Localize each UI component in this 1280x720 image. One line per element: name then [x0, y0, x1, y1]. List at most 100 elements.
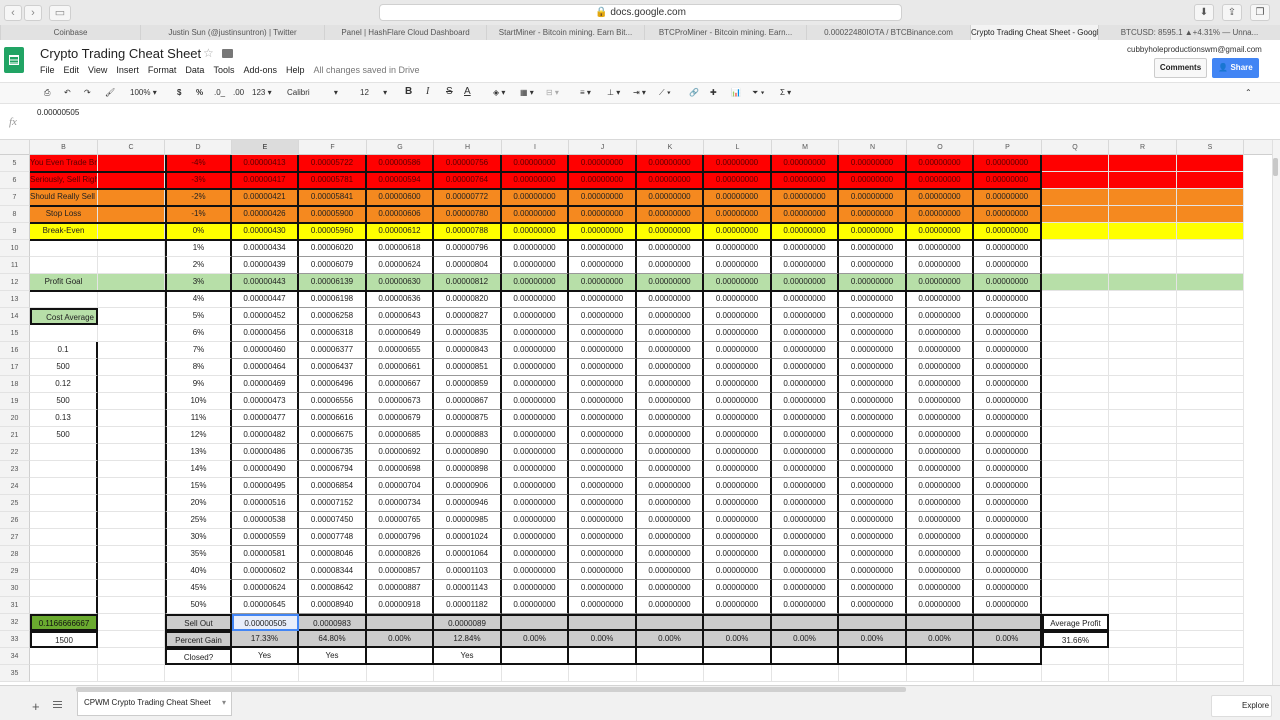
price-cell[interactable]: 0.00000000 [907, 597, 974, 614]
price-cell[interactable]: 0.00000000 [502, 172, 569, 189]
column-header-n[interactable]: N [839, 140, 907, 155]
row-label[interactable]: Should Really Sell Now [30, 189, 98, 206]
row-label[interactable] [30, 512, 98, 529]
empty-cell[interactable] [1109, 291, 1177, 308]
empty-cell[interactable] [1177, 189, 1244, 206]
empty-cell[interactable] [1109, 325, 1177, 342]
price-cell[interactable]: 0.00000000 [907, 529, 974, 546]
price-cell[interactable]: 0.00000000 [839, 308, 907, 325]
price-cell[interactable]: 0.00000000 [974, 257, 1042, 274]
price-cell[interactable]: 0.00000000 [569, 240, 637, 257]
row-header[interactable]: 14 [0, 308, 30, 325]
price-cell[interactable]: 0.00000000 [772, 308, 839, 325]
empty-cell[interactable] [974, 665, 1042, 682]
percent-gain-label[interactable]: Percent Gain [165, 631, 232, 648]
price-cell[interactable]: 0.00006437 [299, 359, 367, 376]
undo-icon[interactable]: ↶ [64, 88, 71, 97]
row-label[interactable] [30, 240, 98, 257]
empty-cell[interactable] [704, 665, 772, 682]
row-label[interactable]: Profit Goal [30, 274, 98, 291]
empty-cell[interactable] [1042, 155, 1109, 172]
price-cell[interactable]: 0.00007450 [299, 512, 367, 529]
price-cell[interactable]: 0.00000000 [502, 546, 569, 563]
empty-cell[interactable] [1042, 427, 1109, 444]
price-cell[interactable]: 0.00000000 [637, 206, 704, 223]
price-cell[interactable]: 0.00000667 [367, 376, 434, 393]
price-cell[interactable]: 0.00000000 [502, 257, 569, 274]
empty-cell[interactable] [1177, 410, 1244, 427]
bold-button[interactable]: B [405, 86, 412, 97]
price-cell[interactable]: 0.00000000 [974, 172, 1042, 189]
row-header[interactable]: 29 [0, 563, 30, 580]
price-cell[interactable]: 0.00000000 [772, 546, 839, 563]
closed-cell[interactable] [907, 648, 974, 665]
row-header[interactable]: 17 [0, 359, 30, 376]
price-cell[interactable]: 0.00000000 [907, 155, 974, 172]
empty-cell[interactable] [98, 529, 165, 546]
column-header-s[interactable]: S [1177, 140, 1244, 155]
price-cell[interactable]: 0.00000820 [434, 291, 502, 308]
row-label[interactable]: Break-Even [30, 223, 98, 240]
empty-cell[interactable] [1109, 223, 1177, 240]
insert-chart-icon[interactable]: 📊 [731, 88, 741, 97]
price-cell[interactable]: 0.00000734 [367, 495, 434, 512]
price-cell[interactable]: 0.00006735 [299, 444, 367, 461]
borders-icon[interactable]: ▦ ▾ [520, 88, 534, 97]
row-label[interactable]: 500 [30, 393, 98, 410]
empty-cell[interactable] [98, 359, 165, 376]
price-cell[interactable]: 0.00000692 [367, 444, 434, 461]
empty-cell[interactable] [98, 427, 165, 444]
price-cell[interactable]: 0.00000000 [772, 206, 839, 223]
percent-cell[interactable]: 11% [165, 410, 232, 427]
price-cell[interactable]: 0.00000000 [502, 325, 569, 342]
price-cell[interactable]: 0.00000473 [232, 393, 299, 410]
price-cell[interactable]: 0.00000673 [367, 393, 434, 410]
vertical-align-icon[interactable]: ⊥ ▾ [607, 88, 620, 97]
merge-cells-icon[interactable]: ⊟ ▾ [546, 88, 559, 97]
price-cell[interactable]: 0.00000495 [232, 478, 299, 495]
price-cell[interactable]: 0.00000649 [367, 325, 434, 342]
row-label[interactable]: 0.1 [30, 342, 98, 359]
vertical-scrollbar[interactable] [1272, 140, 1280, 685]
empty-cell[interactable] [98, 461, 165, 478]
price-cell[interactable]: 0.00000000 [637, 189, 704, 206]
price-cell[interactable]: 0.00000796 [434, 240, 502, 257]
price-cell[interactable]: 0.00000000 [637, 529, 704, 546]
cost-average-result[interactable]: 0.1166666667 [30, 614, 98, 631]
price-cell[interactable]: 0.00000000 [907, 359, 974, 376]
empty-cell[interactable] [907, 665, 974, 682]
price-cell[interactable]: 0.00000000 [569, 529, 637, 546]
price-cell[interactable]: 0.00000000 [839, 206, 907, 223]
empty-cell[interactable] [1109, 393, 1177, 410]
price-cell[interactable]: 0.00000000 [974, 325, 1042, 342]
percent-cell[interactable]: 2% [165, 257, 232, 274]
text-rotation-icon[interactable]: ⟋ ▾ [659, 88, 671, 98]
print-icon[interactable]: ⎙ [44, 88, 50, 98]
column-header-f[interactable]: F [299, 140, 367, 155]
row-label[interactable]: Seriously, Sell Right Now! [30, 172, 98, 189]
price-cell[interactable]: 0.00000000 [637, 444, 704, 461]
row-label[interactable]: 0.13 [30, 410, 98, 427]
price-cell[interactable]: 0.00001103 [434, 563, 502, 580]
price-cell[interactable]: 0.00006258 [299, 308, 367, 325]
empty-cell[interactable] [1177, 597, 1244, 614]
price-cell[interactable]: 0.00000000 [974, 495, 1042, 512]
row-label[interactable]: You Even Trade Bro? [30, 155, 98, 172]
empty-cell[interactable] [1109, 410, 1177, 427]
price-cell[interactable]: 0.00000000 [772, 376, 839, 393]
price-cell[interactable]: 0.00000000 [974, 512, 1042, 529]
sell-out-cell[interactable] [502, 614, 569, 631]
price-cell[interactable]: 0.00000000 [839, 189, 907, 206]
percent-cell[interactable]: 1% [165, 240, 232, 257]
price-cell[interactable]: 0.00000000 [974, 206, 1042, 223]
price-cell[interactable]: 0.00000796 [367, 529, 434, 546]
percent-gain-cell[interactable]: 0.00% [704, 631, 772, 648]
empty-cell[interactable] [1109, 172, 1177, 189]
price-cell[interactable]: 0.00000000 [502, 529, 569, 546]
row-header[interactable]: 34 [0, 648, 30, 665]
price-cell[interactable]: 0.00000000 [974, 478, 1042, 495]
price-cell[interactable]: 0.00000000 [569, 342, 637, 359]
price-cell[interactable]: 0.00000000 [569, 274, 637, 291]
price-cell[interactable]: 0.00000000 [907, 325, 974, 342]
row-header[interactable]: 33 [0, 631, 30, 648]
